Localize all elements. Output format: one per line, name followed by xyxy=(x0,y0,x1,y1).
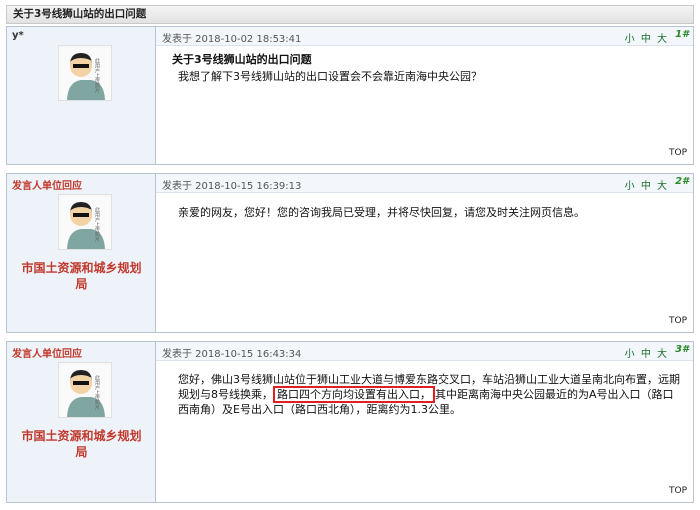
font-medium-button[interactable]: 中 xyxy=(641,349,651,360)
floor-number[interactable]: 1# xyxy=(675,29,689,40)
post-date: 发表于 2018-10-15 16:43:34 xyxy=(162,349,302,360)
font-size-controls: 小 中 大 xyxy=(622,345,667,360)
svg-text:此用户上传照片: 此用户上传照片 xyxy=(94,374,100,411)
font-small-button[interactable]: 小 xyxy=(625,34,635,45)
post-date: 发表于 2018-10-02 18:53:41 xyxy=(162,34,302,45)
thread-title-bar: 关于3号线狮山站的出口问题 xyxy=(6,5,694,24)
post-body: 亲爱的网友，您好！您的咨询我局已受理，并将尽快回复，请您及时关注网页信息。 xyxy=(178,206,585,219)
top-link[interactable]: TOP xyxy=(669,486,687,496)
floor-number[interactable]: 2# xyxy=(675,176,689,187)
author-name[interactable]: y* xyxy=(12,30,24,41)
post-title: 关于3号线狮山站的出口问题 xyxy=(172,53,312,66)
avatar[interactable]: 此用户上传照片 xyxy=(58,194,112,250)
post-content: 您好，佛山3号线狮山站位于狮山工业大道与博爱东路交叉口，车站沿狮山工业大道呈南北… xyxy=(172,372,681,417)
font-large-button[interactable]: 大 xyxy=(657,181,667,192)
post-body: 我想了解下3号线狮山站的出口设置会不会靠近南海中央公园？ xyxy=(178,70,482,83)
font-size-controls: 小 中 大 xyxy=(622,177,667,192)
font-medium-button[interactable]: 中 xyxy=(641,181,651,192)
top-link[interactable]: TOP xyxy=(669,148,687,158)
post-date: 发表于 2018-10-15 16:39:13 xyxy=(162,181,302,192)
author-name[interactable]: 发言人单位回应 xyxy=(12,345,82,360)
font-small-button[interactable]: 小 xyxy=(625,181,635,192)
author-panel: 发言人单位回应 此用户上传照片 市国土资源和城乡规划局 xyxy=(7,342,156,502)
post-3: 发言人单位回应 此用户上传照片 市国土资源和城乡规划局 发表于 2018-10-… xyxy=(6,341,694,503)
author-panel: y* 此用户上传照片 xyxy=(7,27,156,164)
font-large-button[interactable]: 大 xyxy=(657,349,667,360)
font-medium-button[interactable]: 中 xyxy=(641,34,651,45)
floor-number[interactable]: 3# xyxy=(675,344,689,355)
font-small-button[interactable]: 小 xyxy=(625,349,635,360)
responder-unit-name[interactable]: 市国土资源和城乡规划局 xyxy=(17,260,146,292)
svg-text:此用户上传照片: 此用户上传照片 xyxy=(94,57,100,94)
svg-text:此用户上传照片: 此用户上传照片 xyxy=(94,206,100,243)
top-link[interactable]: TOP xyxy=(669,316,687,326)
font-size-controls: 小 中 大 xyxy=(622,30,667,45)
post-content: 关于3号线狮山站的出口问题 我想了解下3号线狮山站的出口设置会不会靠近南海中央公… xyxy=(172,52,681,84)
post-meta-bar: 发表于 2018-10-15 16:39:13 小 中 大 2# xyxy=(156,174,693,193)
post-body: 您好，佛山3号线狮山站位于狮山工业大道与博爱东路交叉口，车站沿狮山工业大道呈南北… xyxy=(172,372,681,417)
post-meta-bar: 发表于 2018-10-02 18:53:41 小 中 大 1# xyxy=(156,27,693,46)
avatar[interactable]: 此用户上传照片 xyxy=(58,45,112,101)
author-panel: 发言人单位回应 此用户上传照片 市国土资源和城乡规划局 xyxy=(7,174,156,332)
thread-title: 关于3号线狮山站的出口问题 xyxy=(13,8,147,20)
author-name[interactable]: 发言人单位回应 xyxy=(12,177,82,192)
post-1: y* 此用户上传照片 发表于 2018-10-02 18:53:41 小 中 大… xyxy=(6,26,694,165)
post-meta-bar: 发表于 2018-10-15 16:43:34 小 中 大 3# xyxy=(156,342,693,361)
post-2: 发言人单位回应 此用户上传照片 市国土资源和城乡规划局 发表于 2018-10-… xyxy=(6,173,694,333)
highlighted-text: 路口四个方向均设置有出入口， xyxy=(273,386,435,403)
font-large-button[interactable]: 大 xyxy=(657,34,667,45)
responder-unit-name[interactable]: 市国土资源和城乡规划局 xyxy=(17,428,146,460)
avatar[interactable]: 此用户上传照片 xyxy=(58,362,112,418)
post-content: 亲爱的网友，您好！您的咨询我局已受理，并将尽快回复，请您及时关注网页信息。 xyxy=(172,205,681,220)
